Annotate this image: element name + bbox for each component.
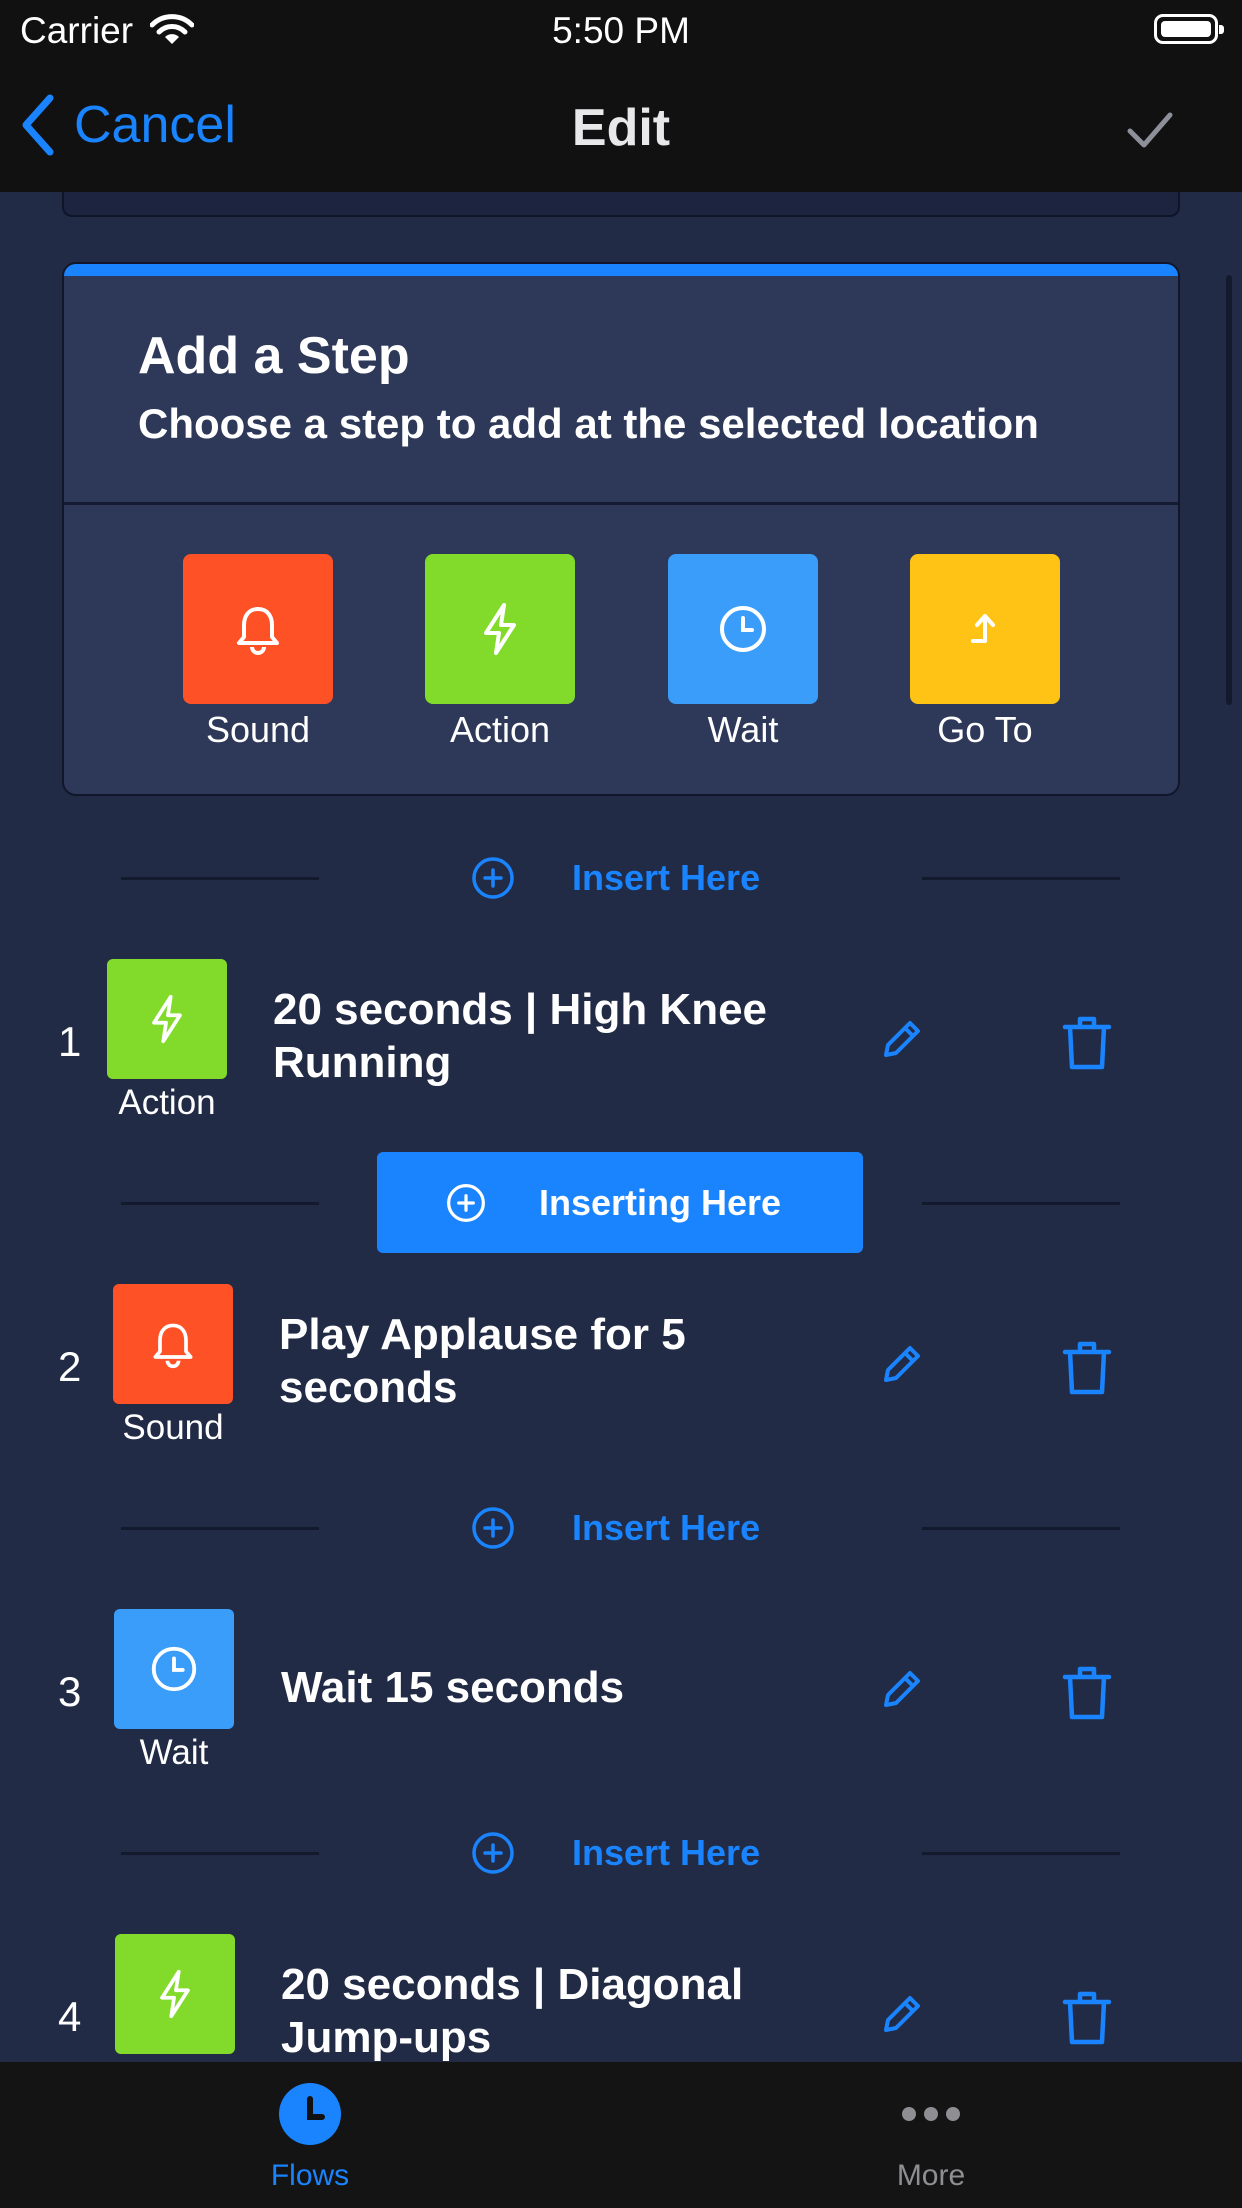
inserting-here-button[interactable]: Inserting Here bbox=[377, 1152, 863, 1253]
inserting-here-label: Inserting Here bbox=[539, 1181, 782, 1223]
divider bbox=[64, 502, 1178, 505]
separator-line bbox=[922, 1202, 1120, 1205]
separator-line bbox=[922, 1852, 1120, 1855]
add-step-title: Add a Step bbox=[138, 327, 410, 385]
insert-here-button[interactable]: Insert Here bbox=[470, 1830, 760, 1876]
step-type-label: Action bbox=[118, 1083, 216, 1122]
wait-tile bbox=[668, 554, 818, 704]
action-tile bbox=[425, 554, 575, 704]
step-description: Wait 15 seconds bbox=[281, 1663, 625, 1712]
step-number: 3 bbox=[58, 1668, 82, 1715]
separator-line bbox=[922, 1527, 1120, 1530]
plus-circle-icon bbox=[447, 1183, 485, 1222]
trash-icon[interactable] bbox=[1060, 1988, 1114, 2048]
trash-icon[interactable] bbox=[1060, 1338, 1114, 1398]
step-type-tile bbox=[113, 1284, 233, 1404]
insert-here-label: Insert Here bbox=[572, 1507, 761, 1548]
cancel-label: Cancel bbox=[74, 96, 236, 154]
bell-icon bbox=[237, 607, 279, 655]
step-description: 20 seconds | High Knee Running bbox=[273, 985, 768, 1087]
separator-line bbox=[922, 877, 1120, 880]
step-description: Play Applause for 5 seconds bbox=[279, 1310, 686, 1412]
insert-row: Insert Here bbox=[0, 1493, 1242, 1563]
separator-line bbox=[121, 1852, 319, 1855]
lightning-icon bbox=[152, 994, 182, 1044]
add-sound-button[interactable]: Sound bbox=[183, 554, 333, 752]
insert-here-button[interactable]: Insert Here bbox=[470, 855, 760, 901]
step-description: 20 seconds | Diagonal Jump-ups bbox=[281, 1960, 744, 2062]
bell-icon bbox=[153, 1323, 193, 1369]
clock-icon bbox=[720, 606, 766, 652]
scrollbar[interactable] bbox=[1226, 275, 1232, 705]
step-type-tile bbox=[107, 959, 227, 1079]
pencil-icon[interactable] bbox=[876, 1665, 926, 1715]
top-bar: Carrier 5:50 PM Cancel Edit bbox=[0, 0, 1242, 192]
clock-icon bbox=[151, 1646, 197, 1692]
goto-label: Go To bbox=[937, 709, 1033, 750]
step-number: 1 bbox=[58, 1018, 82, 1065]
step-type-tile bbox=[115, 1934, 235, 2054]
tab-flows[interactable]: Flows bbox=[160, 2062, 460, 2208]
insert-here-label: Insert Here bbox=[572, 1832, 761, 1873]
plus-circle-icon bbox=[472, 857, 514, 899]
separator-line bbox=[121, 1202, 319, 1205]
card-accent-bar bbox=[64, 264, 1178, 276]
separator-line bbox=[121, 1527, 319, 1530]
insert-row-active: Inserting Here bbox=[0, 1152, 1242, 1253]
plus-circle-icon bbox=[472, 1832, 514, 1874]
tab-more[interactable]: More bbox=[781, 2062, 1081, 2208]
tab-label: Flows bbox=[270, 2159, 350, 2192]
clock-icon bbox=[279, 2083, 341, 2145]
insert-row: Insert Here bbox=[0, 843, 1242, 913]
pencil-icon[interactable] bbox=[876, 1340, 926, 1390]
plus-circle-icon bbox=[472, 1507, 514, 1549]
more-dots-icon bbox=[902, 2107, 960, 2121]
pencil-icon[interactable] bbox=[876, 1015, 926, 1065]
lightning-icon bbox=[484, 603, 516, 655]
cancel-button[interactable]: Cancel bbox=[20, 90, 236, 160]
insert-here-label: Insert Here bbox=[572, 857, 761, 898]
battery-icon bbox=[1154, 14, 1224, 44]
step-type-label: Wait bbox=[139, 1733, 209, 1772]
add-step-card: Add a Step Choose a step to add at the s… bbox=[62, 262, 1180, 796]
checkmark-icon[interactable] bbox=[1120, 100, 1180, 160]
step-type-label: Sound bbox=[122, 1408, 224, 1447]
trash-icon[interactable] bbox=[1060, 1663, 1114, 1723]
tab-label: More bbox=[896, 2159, 966, 2192]
add-wait-button[interactable]: Wait bbox=[668, 554, 818, 752]
status-time: 5:50 PM bbox=[552, 10, 690, 51]
insert-here-button[interactable]: Insert Here bbox=[470, 1505, 760, 1551]
step-row-2: 2 Sound Play Applause for 5 seconds bbox=[0, 1284, 1242, 1454]
add-step-subtitle: Choose a step to add at the selected loc… bbox=[138, 400, 1039, 447]
wait-label: Wait bbox=[707, 709, 779, 750]
step-row-3: 3 Wait Wait 15 seconds bbox=[0, 1609, 1242, 1779]
previous-card bbox=[62, 192, 1180, 217]
goto-arrow-icon bbox=[971, 614, 995, 643]
step-number: 4 bbox=[58, 1993, 82, 2040]
action-label: Action bbox=[449, 709, 551, 750]
add-goto-button[interactable]: Go To bbox=[910, 554, 1060, 752]
step-type-tile bbox=[114, 1609, 234, 1729]
tab-bar: Flows More bbox=[0, 2062, 1242, 2208]
sound-label: Sound bbox=[205, 709, 311, 750]
step-row-1: 1 Action 20 seconds | High Knee Running bbox=[0, 959, 1242, 1129]
step-number: 2 bbox=[58, 1343, 82, 1390]
separator-line bbox=[121, 877, 319, 880]
sound-tile bbox=[183, 554, 333, 704]
lightning-icon bbox=[160, 1969, 190, 2019]
chevron-left-icon bbox=[22, 94, 54, 156]
insert-row: Insert Here bbox=[0, 1818, 1242, 1888]
goto-tile bbox=[910, 554, 1060, 704]
trash-icon[interactable] bbox=[1060, 1013, 1114, 1073]
pencil-icon[interactable] bbox=[876, 1990, 926, 2040]
add-action-button[interactable]: Action bbox=[425, 554, 575, 752]
